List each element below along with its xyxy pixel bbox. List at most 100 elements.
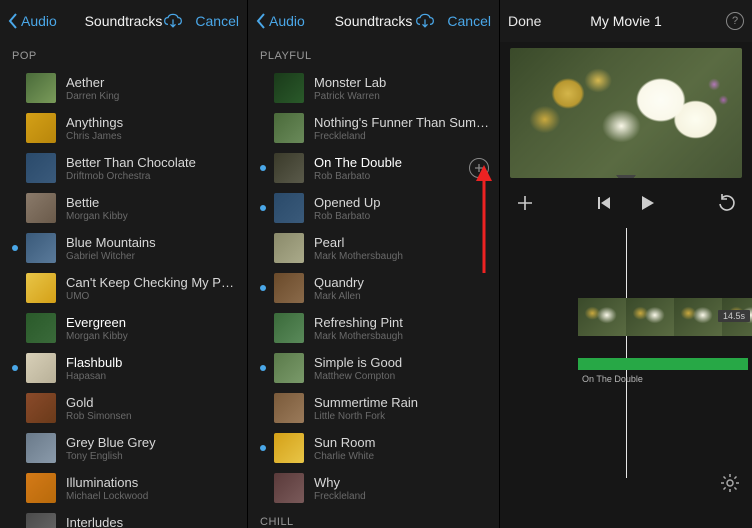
track-title: Anythings xyxy=(66,115,237,130)
plus-icon xyxy=(474,163,484,173)
downloaded-indicator-icon xyxy=(260,285,266,291)
track-row[interactable]: WhyFreckleland xyxy=(248,468,499,508)
preview-frame xyxy=(510,48,742,178)
downloaded-indicator-icon xyxy=(260,165,266,171)
add-media-button[interactable] xyxy=(516,194,534,212)
track-list[interactable]: Monster LabPatrick WarrenNothing's Funne… xyxy=(248,68,499,508)
help-button[interactable]: ? xyxy=(726,12,744,30)
track-artist: Freckleland xyxy=(314,491,489,502)
downloaded-indicator-icon xyxy=(12,405,18,411)
track-title: Why xyxy=(314,475,489,490)
playhead-line[interactable] xyxy=(626,228,627,478)
plus-icon xyxy=(516,194,534,212)
done-button[interactable]: Done xyxy=(508,13,541,29)
skip-start-button[interactable] xyxy=(596,195,612,211)
album-art xyxy=(26,313,56,343)
track-artist: Rob Barbato xyxy=(314,171,463,182)
track-row[interactable]: On The DoubleRob Barbato xyxy=(248,148,499,188)
back-button[interactable]: Audio xyxy=(8,13,57,29)
track-title: On The Double xyxy=(314,155,463,170)
downloaded-indicator-icon xyxy=(260,125,266,131)
track-row[interactable]: AetherDarren King xyxy=(0,68,247,108)
help-icon: ? xyxy=(732,15,738,27)
track-artist: Patrick Warren xyxy=(314,91,489,102)
track-artist: Morgan Kibby xyxy=(66,331,237,342)
track-row[interactable]: InterludesDaniel Garrow xyxy=(0,508,247,528)
player-controls xyxy=(500,178,752,222)
track-row[interactable]: Simple is GoodMatthew Compton xyxy=(248,348,499,388)
track-row[interactable]: Can't Keep Checking My PhoneUMO xyxy=(0,268,247,308)
track-row[interactable]: Grey Blue GreyTony English xyxy=(0,428,247,468)
album-art xyxy=(26,473,56,503)
track-row[interactable]: FlashbulbHapasan xyxy=(0,348,247,388)
cancel-button[interactable]: Cancel xyxy=(447,13,491,29)
album-art xyxy=(26,113,56,143)
album-art xyxy=(26,73,56,103)
add-track-button[interactable] xyxy=(469,158,489,178)
album-art xyxy=(274,273,304,303)
video-editor: Done My Movie 1 ? 14.5s xyxy=(500,0,752,528)
track-artist: Driftmob Orchestra xyxy=(66,171,237,182)
track-row[interactable]: AnythingsChris James xyxy=(0,108,247,148)
album-art xyxy=(26,273,56,303)
track-row[interactable]: Better Than ChocolateDriftmob Orchestra xyxy=(0,148,247,188)
track-row[interactable]: Nothing's Funner Than Summ...Freckleland xyxy=(248,108,499,148)
track-title: Bettie xyxy=(66,195,237,210)
track-row[interactable]: Sun RoomCharlie White xyxy=(248,428,499,468)
clip-thumbnail xyxy=(674,298,722,336)
track-row[interactable]: BettieMorgan Kibby xyxy=(0,188,247,228)
album-art xyxy=(274,73,304,103)
track-row[interactable]: QuandryMark Allen xyxy=(248,268,499,308)
download-all-button[interactable] xyxy=(415,12,435,30)
track-row[interactable]: Blue MountainsGabriel Witcher xyxy=(0,228,247,268)
track-artist: Rob Simonsen xyxy=(66,411,237,422)
cancel-button[interactable]: Cancel xyxy=(195,13,239,29)
track-info: Opened UpRob Barbato xyxy=(314,195,489,222)
timeline[interactable]: 14.5s On The Double xyxy=(500,228,752,508)
track-row[interactable]: IlluminationsMichael Lockwood xyxy=(0,468,247,508)
album-art xyxy=(274,113,304,143)
play-button[interactable] xyxy=(638,194,656,212)
track-artist: Matthew Compton xyxy=(314,371,489,382)
audio-clip[interactable] xyxy=(578,358,748,370)
track-artist: Gabriel Witcher xyxy=(66,251,237,262)
track-info: Summertime RainLittle North Fork xyxy=(314,395,489,422)
back-button[interactable]: Audio xyxy=(256,13,305,29)
downloaded-indicator-icon xyxy=(12,205,18,211)
track-list[interactable]: AetherDarren KingAnythingsChris JamesBet… xyxy=(0,68,247,528)
navbar: Audio Soundtracks Cancel xyxy=(248,0,499,42)
track-row[interactable]: Opened UpRob Barbato xyxy=(248,188,499,228)
track-info: QuandryMark Allen xyxy=(314,275,489,302)
track-title: Can't Keep Checking My Phone xyxy=(66,275,237,290)
downloaded-indicator-icon xyxy=(260,365,266,371)
album-art xyxy=(274,233,304,263)
video-preview[interactable] xyxy=(510,48,742,178)
undo-button[interactable] xyxy=(718,194,736,212)
download-all-button[interactable] xyxy=(163,12,183,30)
track-row[interactable]: EvergreenMorgan Kibby xyxy=(0,308,247,348)
track-artist: Chris James xyxy=(66,131,237,142)
clip-thumbnail xyxy=(626,298,674,336)
track-info: Blue MountainsGabriel Witcher xyxy=(66,235,237,262)
track-row[interactable]: Refreshing PintMark Mothersbaugh xyxy=(248,308,499,348)
track-row[interactable]: Summertime RainLittle North Fork xyxy=(248,388,499,428)
back-label: Audio xyxy=(269,13,305,29)
page-title: Soundtracks xyxy=(335,13,413,29)
track-info: On The DoubleRob Barbato xyxy=(314,155,463,182)
track-artist: Tony English xyxy=(66,451,237,462)
track-title: Quandry xyxy=(314,275,489,290)
downloaded-indicator-icon xyxy=(260,485,266,491)
section-header-chill: CHILL xyxy=(248,508,499,528)
chevron-left-icon xyxy=(256,13,266,29)
timeline-settings-button[interactable] xyxy=(720,473,740,498)
track-info: IlluminationsMichael Lockwood xyxy=(66,475,237,502)
play-icon xyxy=(638,194,656,212)
track-row[interactable]: Monster LabPatrick Warren xyxy=(248,68,499,108)
album-art xyxy=(274,393,304,423)
cloud-download-icon xyxy=(163,12,183,30)
track-title: Nothing's Funner Than Summ... xyxy=(314,115,489,130)
downloaded-indicator-icon xyxy=(260,245,266,251)
track-row[interactable]: GoldRob Simonsen xyxy=(0,388,247,428)
track-artist: Mark Mothersbaugh xyxy=(314,331,489,342)
track-row[interactable]: PearlMark Mothersbaugh xyxy=(248,228,499,268)
